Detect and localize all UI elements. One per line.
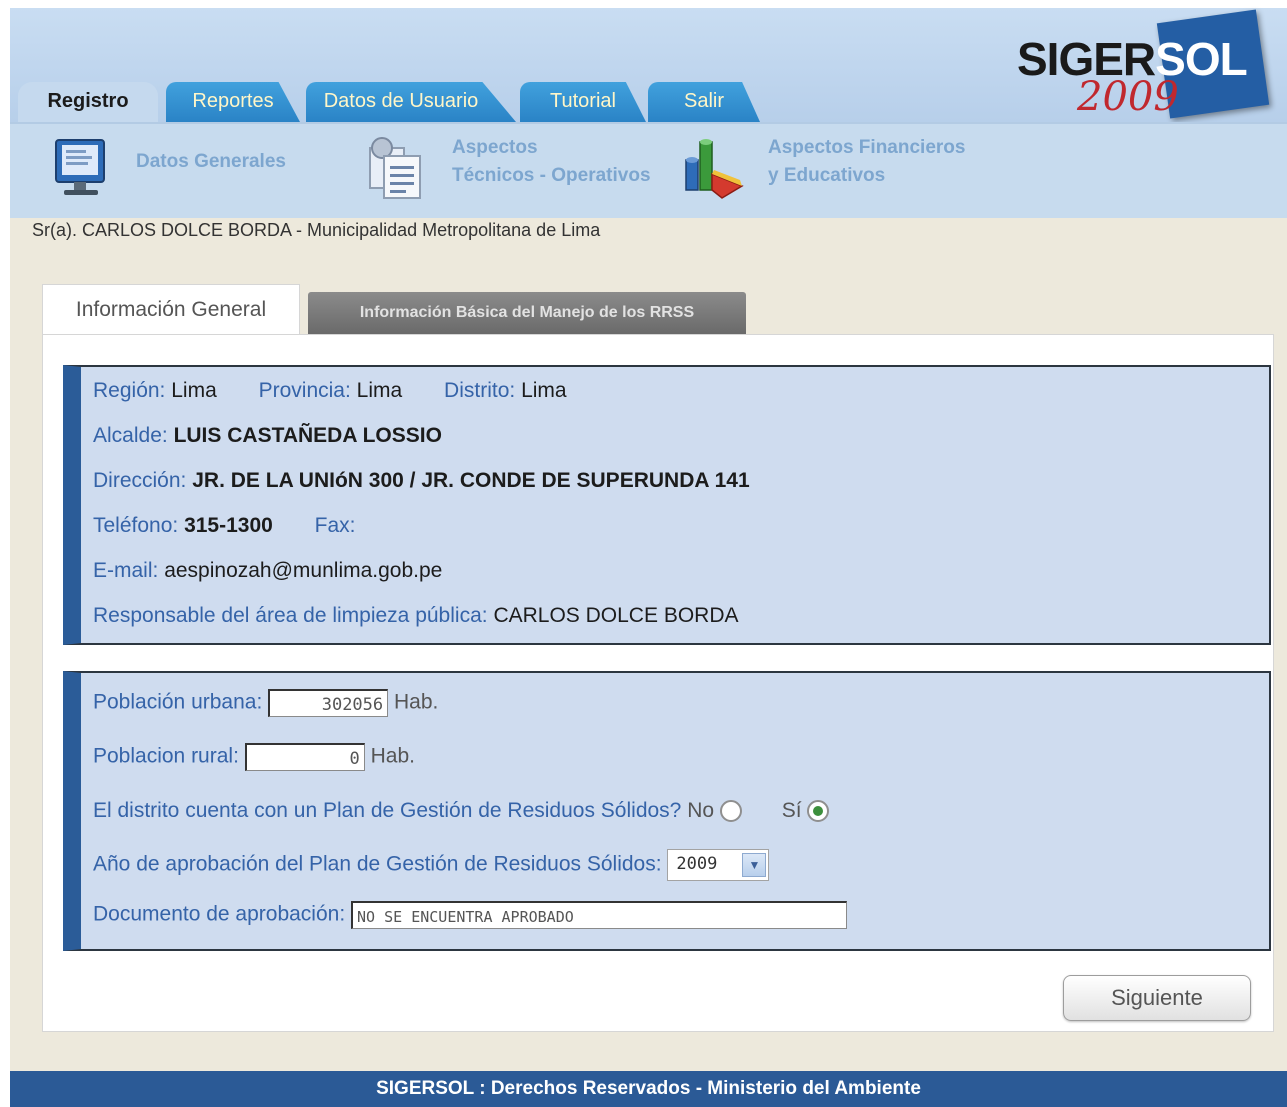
location-row: Región: Lima Provincia: Lima Distrito: L…	[93, 379, 567, 403]
region-value: Lima	[171, 379, 217, 402]
general-info-box: Región: Lima Provincia: Lima Distrito: L…	[63, 365, 1271, 645]
subnav-label: y Educativos	[768, 165, 886, 186]
rural-input[interactable]: 0	[244, 743, 365, 771]
anio-label: Año de aprobación del Plan de Gestión de…	[93, 852, 662, 876]
documents-icon	[369, 137, 421, 199]
urbana-unit: Hab.	[393, 690, 439, 714]
telefono-value: 315-1300	[184, 514, 273, 537]
email-row: E-mail: aespinozah@munlima.gob.pe	[93, 559, 442, 583]
siguiente-button[interactable]: Siguiente	[1063, 975, 1251, 1021]
tab-registro[interactable]: Registro	[18, 82, 158, 122]
plan-si-label: Sí	[781, 799, 802, 822]
direccion-value: JR. DE LA UNIóN 300 / JR. CONDE DE SUPER…	[192, 469, 750, 492]
monitor-icon	[55, 139, 105, 195]
documento-input[interactable]: NO SE ENCUENTRA APROBADO	[351, 901, 848, 929]
subnav-label: Datos Generales	[136, 151, 286, 172]
alcalde-value: LUIS CASTAÑEDA LOSSIO	[173, 424, 442, 447]
plan-question: El distrito cuenta con un Plan de Gestió…	[93, 799, 682, 822]
logo-year: 2009	[1077, 74, 1179, 120]
responsable-label: Responsable del área de limpieza pública…	[93, 604, 488, 627]
subnav-label: Técnicos - Operativos	[452, 165, 651, 186]
provincia-label: Provincia:	[258, 379, 351, 402]
anio-select-value: 2009	[676, 854, 718, 874]
chevron-down-icon[interactable]: ▼	[742, 853, 767, 877]
region-label: Región:	[93, 379, 166, 402]
tab-informacion-general[interactable]: Información General	[42, 284, 300, 335]
anio-row: Año de aprobación del Plan de Gestión de…	[93, 849, 770, 881]
tab-salir[interactable]: Salir	[648, 82, 760, 122]
rural-row: Poblacion rural: 0 Hab.	[93, 743, 415, 771]
subnav-label: Aspectos	[452, 137, 538, 158]
population-form-box: Población urbana: 302056 Hab. Poblacion …	[63, 671, 1271, 951]
user-info: Sr(a). CARLOS DOLCE BORDA - Municipalida…	[32, 220, 601, 240]
telefono-label: Teléfono:	[93, 514, 179, 537]
responsable-value: CARLOS DOLCE BORDA	[493, 604, 739, 627]
email-value: aespinozah@munlima.gob.pe	[164, 559, 443, 582]
plan-row: El distrito cuenta con un Plan de Gestió…	[93, 799, 830, 823]
app-frame: Registro Reportes Datos de Usuario Tutor…	[10, 8, 1287, 1107]
alcalde-row: Alcalde: LUIS CASTAÑEDA LOSSIO	[93, 424, 442, 448]
chart-icon	[685, 139, 744, 199]
footer: SIGERSOL : Derechos Reservados - Ministe…	[10, 1071, 1287, 1107]
tab-tutorial[interactable]: Tutorial	[520, 82, 646, 122]
subnav-aspectos-financieros[interactable]: Aspectos Financieros y Educativos	[682, 124, 1002, 218]
content-panel: Región: Lima Provincia: Lima Distrito: L…	[42, 334, 1274, 1032]
plan-no-label: No	[687, 799, 715, 822]
telefono-row: Teléfono: 315-1300 Fax:	[93, 514, 356, 538]
subnav-label: Aspectos Financieros	[768, 137, 966, 158]
rural-label: Poblacion rural:	[93, 744, 239, 768]
sigersol-logo: SIGERSOL 2009	[1011, 9, 1271, 120]
documento-label: Documento de aprobación:	[93, 902, 346, 926]
direccion-row: Dirección: JR. DE LA UNIóN 300 / JR. CON…	[93, 469, 750, 493]
direccion-label: Dirección:	[93, 469, 187, 492]
tab-reportes[interactable]: Reportes	[166, 82, 300, 122]
plan-no-radio[interactable]	[719, 800, 742, 823]
anio-select[interactable]: 2009 ▼	[667, 849, 770, 881]
tab-informacion-basica[interactable]: Información Básica del Manejo de los RRS…	[308, 292, 746, 334]
alcalde-label: Alcalde:	[93, 424, 168, 447]
urbana-input[interactable]: 302056	[268, 689, 389, 717]
subnav-datos-generales[interactable]: Datos Generales	[50, 124, 310, 218]
fax-label: Fax:	[314, 514, 356, 537]
provincia-value: Lima	[356, 379, 403, 402]
urbana-row: Población urbana: 302056 Hab.	[93, 689, 438, 717]
header: Registro Reportes Datos de Usuario Tutor…	[10, 8, 1287, 122]
tab-datos-usuario[interactable]: Datos de Usuario	[306, 82, 516, 122]
distrito-value: Lima	[521, 379, 567, 402]
subnav: Datos Generales Aspectos Técnicos - Oper…	[10, 122, 1287, 218]
plan-si-radio[interactable]	[807, 800, 830, 823]
rural-unit: Hab.	[370, 744, 415, 768]
documento-row: Documento de aprobación: NO SE ENCUENTRA…	[93, 901, 848, 929]
responsable-row: Responsable del área de limpieza pública…	[93, 604, 739, 628]
distrito-label: Distrito:	[444, 379, 516, 402]
subnav-aspectos-tecnicos[interactable]: Aspectos Técnicos - Operativos	[362, 124, 672, 218]
email-label: E-mail:	[93, 559, 159, 582]
urbana-label: Población urbana:	[93, 690, 263, 714]
